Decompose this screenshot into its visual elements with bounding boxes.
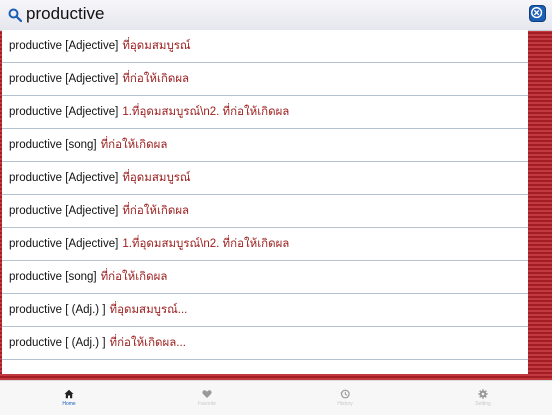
tab-label: Setting — [475, 401, 491, 407]
result-meaning: ที่ก่อให้เกิดผล... — [109, 337, 186, 349]
list-item[interactable]: productive [Adjective] ที่อุดมสมบูรณ์ — [2, 30, 528, 63]
result-meaning: 1.ที่อุดมสมบูรณ์\n2. ที่ก่อให้เกิดผล — [122, 238, 290, 250]
result-word: productive [Adjective] — [9, 238, 119, 250]
home-icon — [64, 389, 74, 399]
clear-search-button[interactable] — [529, 5, 546, 22]
list-item[interactable]: productive [song] ที่ก่อให้เกิดผล — [2, 261, 528, 294]
list-item[interactable]: productive [Adjective] ที่ก่อให้เกิดผล — [2, 195, 528, 228]
result-meaning: ที่ก่อให้เกิดผล — [100, 139, 168, 151]
list-item[interactable]: productive [Adjective] ที่ก่อให้เกิดผล — [2, 63, 528, 96]
result-meaning: ที่อุดมสมบูรณ์ — [122, 40, 191, 52]
gear-icon — [478, 389, 488, 399]
tab-favorite[interactable]: Favorite — [138, 381, 276, 415]
result-word: productive [song] — [9, 271, 97, 283]
tab-bar: Home Favorite History Setting — [0, 380, 552, 415]
tab-label: History — [337, 401, 353, 407]
result-meaning: ที่อุดมสมบูรณ์ — [122, 172, 191, 184]
tab-home[interactable]: Home — [0, 381, 138, 415]
result-word: productive [Adjective] — [9, 40, 119, 52]
list-item[interactable]: productive [Adjective] 1.ที่อุดมสมบูรณ์\n… — [2, 96, 528, 129]
result-meaning: ที่ก่อให้เกิดผล — [122, 73, 190, 85]
history-icon — [340, 389, 350, 399]
result-word: productive [Adjective] — [9, 73, 119, 85]
tab-history[interactable]: History — [276, 381, 414, 415]
result-meaning: 1.ที่อุดมสมบูรณ์\n2. ที่ก่อให้เกิดผล — [122, 106, 290, 118]
result-word: productive [Adjective] — [9, 205, 119, 217]
result-word: productive [song] — [9, 139, 97, 151]
result-word: productive [Adjective] — [9, 172, 119, 184]
result-word: productive [Adjective] — [9, 106, 119, 118]
result-word: productive [ (Adj.) ] — [9, 304, 106, 316]
results-list: productive [Adjective] ที่อุดมสมบูรณ์ pro… — [2, 30, 528, 374]
tab-setting[interactable]: Setting — [414, 381, 552, 415]
heart-icon — [202, 390, 212, 398]
result-word: productive [ (Adj.) ] — [9, 337, 106, 349]
tab-label: Favorite — [197, 401, 217, 407]
result-meaning: ที่ก่อให้เกิดผล — [100, 271, 168, 283]
list-item[interactable]: productive [ (Adj.) ] ที่ก่อให้เกิดผล... — [2, 327, 528, 360]
result-meaning: ที่ก่อให้เกิดผล — [122, 205, 190, 217]
search-bar: productive — [0, 0, 552, 31]
tab-label: Home — [62, 401, 76, 407]
result-meaning: ที่อุดมสมบูรณ์... — [109, 304, 188, 316]
list-item[interactable]: productive [song] ที่ก่อให้เกิดผล — [2, 129, 528, 162]
close-icon — [531, 7, 543, 19]
list-item[interactable]: productive [Adjective] 1.ที่อุดมสมบูรณ์\n… — [2, 228, 528, 261]
list-item[interactable]: productive [Adjective] ที่อุดมสมบูรณ์ — [2, 162, 528, 195]
search-icon — [8, 8, 22, 22]
list-item[interactable]: productive [ (Adj.) ] ที่อุดมสมบูรณ์... — [2, 294, 528, 327]
search-input[interactable]: productive — [26, 3, 104, 25]
